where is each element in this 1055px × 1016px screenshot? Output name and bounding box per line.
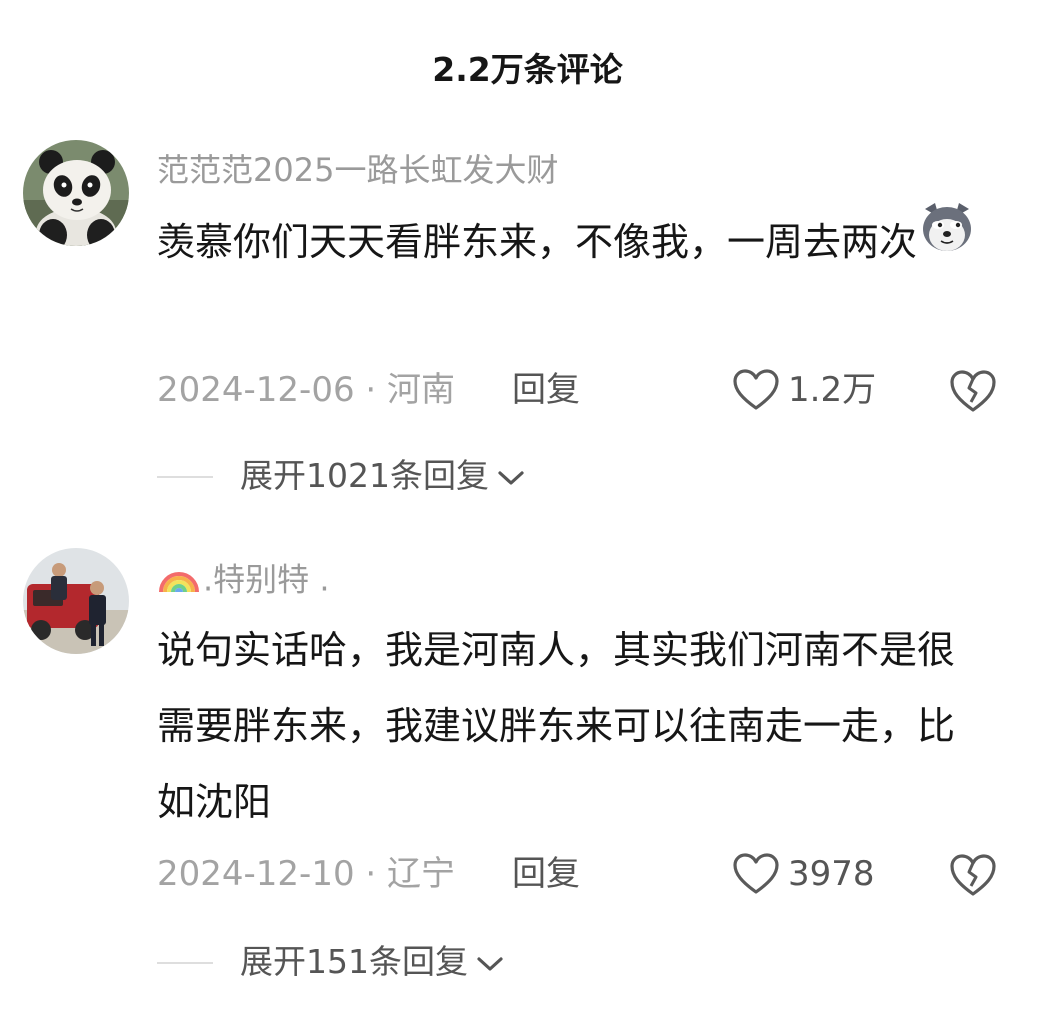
expand-replies-text: 展开1021条回复 (240, 456, 489, 495)
date-location: 2024-12-06 · 河南 (157, 370, 456, 410)
chevron-down-icon (476, 934, 504, 990)
like-button[interactable]: 1.2万 (732, 362, 876, 418)
heart-icon (733, 853, 779, 894)
comment-meta: 2024-12-10 · 辽宁 回复 3978 (0, 846, 1055, 902)
comment-text: 羡慕你们天天看胖东来，不像我，一周去两次 (157, 201, 987, 280)
comments-count-title: 2.2万条评论 (432, 50, 623, 89)
comment-meta: 2024-12-06 · 河南 回复 1.2万 (0, 362, 1055, 418)
avatar[interactable] (23, 548, 129, 654)
broken-heart-icon (950, 370, 996, 412)
expand-replies-label[interactable]: 展开1021条回复 (240, 448, 525, 504)
people-red-car-avatar-image (23, 548, 129, 654)
reply-button[interactable]: 回复 (512, 846, 580, 902)
chevron-down-icon (497, 448, 525, 504)
username[interactable]: 范范范2025一路长虹发大财 (157, 148, 558, 192)
expand-replies-label[interactable]: 展开151条回复 (240, 934, 504, 990)
comment-text: 说句实话哈，我是河南人，其实我们河南不是很需要胖东来，我建议胖东来可以往南走一走… (157, 628, 956, 824)
expand-replies-text: 展开151条回复 (240, 942, 468, 981)
reply-button[interactable]: 回复 (512, 362, 580, 418)
broken-heart-icon (950, 854, 996, 896)
avatar[interactable] (23, 140, 129, 246)
expand-replies[interactable]: 展开151条回复 (0, 934, 1055, 990)
like-button[interactable]: 3978 (732, 846, 875, 902)
panda-avatar-image (23, 140, 129, 246)
dislike-button[interactable] (948, 850, 998, 900)
heart-icon (733, 369, 779, 410)
divider (157, 476, 213, 478)
comment-text-content: 羡慕你们天天看胖东来，不像我，一周去两次 (157, 220, 918, 264)
username-text: .特别特 . (203, 560, 330, 599)
expand-replies[interactable]: 展开1021条回复 (0, 448, 1055, 504)
date-location: 2024-12-10 · 辽宁 (157, 854, 456, 894)
like-count: 1.2万 (788, 370, 877, 410)
username[interactable]: .特别特 . (157, 556, 330, 600)
doge-emoji-icon (919, 201, 975, 278)
like-count: 3978 (788, 854, 875, 894)
rainbow-icon (157, 556, 201, 607)
dislike-button[interactable] (948, 366, 998, 416)
divider (157, 962, 213, 964)
